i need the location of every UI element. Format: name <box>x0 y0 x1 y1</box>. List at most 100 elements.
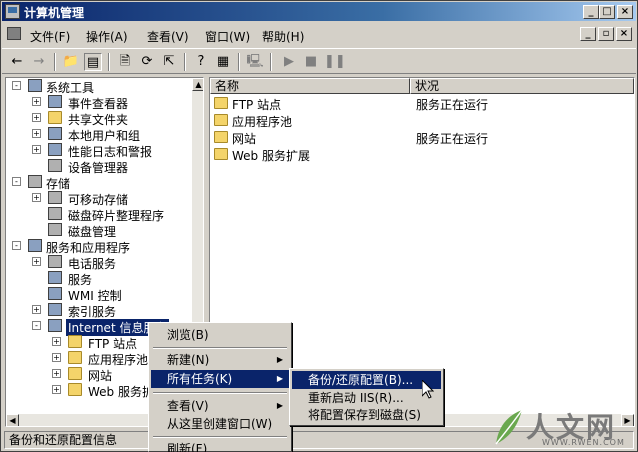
expand-icon[interactable]: + <box>32 113 41 122</box>
column-header-name[interactable]: 名称 <box>210 78 410 94</box>
submenu-item-backup-restore[interactable]: 备份/还原配置(B)... <box>292 371 441 389</box>
menu-separator <box>153 347 287 349</box>
menu-separator <box>153 436 287 438</box>
expand-icon[interactable]: + <box>32 257 41 266</box>
wmi-icon <box>48 287 62 300</box>
folder-icon <box>214 148 228 160</box>
list-item[interactable]: 应用程序池 <box>210 112 630 129</box>
context-item-browse[interactable]: 浏览(B) <box>151 326 289 344</box>
tree-item-wmi[interactable]: WMI 控制 <box>6 286 192 303</box>
leaf-logo-icon <box>495 409 523 445</box>
collapse-icon[interactable]: - <box>12 81 21 90</box>
app-icon[interactable] <box>5 4 20 19</box>
expand-icon[interactable]: + <box>32 193 41 202</box>
tree-item-local-users[interactable]: + 本地用户和组 <box>6 126 192 143</box>
list-item[interactable]: Web 服务扩展 <box>210 146 630 163</box>
back-arrow-icon[interactable]: ← <box>8 53 26 71</box>
tree-item-device-manager[interactable]: 设备管理器 <box>6 158 192 175</box>
close-button[interactable]: × <box>617 5 633 19</box>
refresh-icon[interactable]: ⟳ <box>138 53 156 71</box>
folder-icon <box>68 367 82 380</box>
storage-icon <box>28 175 42 188</box>
context-item-label: 所有任务(K) <box>167 372 233 386</box>
tree-item-services[interactable]: 服务 <box>6 270 192 287</box>
expand-icon[interactable]: + <box>32 305 41 314</box>
forward-arrow-icon[interactable]: → <box>30 53 48 71</box>
submenu-arrow-icon: ▶ <box>276 401 283 410</box>
defrag-icon <box>48 207 62 220</box>
folder-icon <box>68 383 82 396</box>
context-item-label: 刷新(F) <box>167 442 208 452</box>
context-item-refresh[interactable]: 刷新(F) <box>151 440 289 452</box>
scroll-up-icon[interactable]: ▲ <box>192 78 203 91</box>
menu-action[interactable]: 操作(A) <box>86 28 128 45</box>
title-bar[interactable]: 计算机管理 _ □ × <box>2 2 636 21</box>
context-item-new-window[interactable]: 从这里创建窗口(W) <box>151 415 289 433</box>
window-title: 计算机管理 <box>24 6 85 20</box>
submenu-arrow-icon: ▶ <box>276 374 283 383</box>
context-item-view[interactable]: 查看(V) ▶ <box>151 397 289 415</box>
help-icon[interactable]: ? <box>192 53 210 71</box>
tree-item-disk-management[interactable]: 磁盘管理 <box>6 222 192 239</box>
show-tree-icon[interactable]: ▤ <box>84 53 102 71</box>
submenu-item-restart-iis[interactable]: 重新启动 IIS(R)... <box>292 389 441 407</box>
computer-icon[interactable]: 🖳 <box>246 53 264 71</box>
menu-window[interactable]: 窗口(W) <box>205 28 250 45</box>
indexing-icon <box>48 303 62 316</box>
mdi-restore-button[interactable]: ▫ <box>598 27 614 41</box>
tree-item-removable-storage[interactable]: + 可移动存储 <box>6 190 192 207</box>
properties-icon[interactable]: 🗎 <box>116 53 134 71</box>
folder-icon <box>214 114 228 126</box>
mdi-close-button[interactable]: × <box>616 27 632 41</box>
menu-bar: 文件(F) 操作(A) 查看(V) 窗口(W) 帮助(H) <box>2 23 636 45</box>
tree-item-telephony[interactable]: + 电话服务 <box>6 254 192 271</box>
pause-service-icon[interactable]: ❚❚ <box>324 53 346 71</box>
expand-icon[interactable]: + <box>52 337 61 346</box>
expand-icon[interactable]: + <box>32 129 41 138</box>
context-item-label: 查看(V) <box>167 399 209 413</box>
collapse-icon[interactable]: - <box>32 321 41 330</box>
mdi-minimize-button[interactable]: _ <box>580 27 596 41</box>
minimize-button[interactable]: _ <box>583 5 599 19</box>
column-header-status[interactable]: 状况 <box>410 78 634 94</box>
collapse-icon[interactable]: - <box>12 241 21 250</box>
tree-item-performance-logs[interactable]: + 性能日志和警报 <box>6 142 192 159</box>
watermark-url: WWW.RWEN.COM <box>542 438 625 447</box>
submenu-item-save-config[interactable]: 将配置保存到磁盘(S) <box>292 406 441 424</box>
menu-help[interactable]: 帮助(H) <box>262 28 304 45</box>
telephony-icon <box>48 255 62 268</box>
expand-icon[interactable]: + <box>32 97 41 106</box>
start-service-icon[interactable]: ▶ <box>280 53 298 71</box>
toolbar-separator <box>108 53 110 71</box>
removable-storage-icon <box>48 191 62 204</box>
tree-item-event-viewer[interactable]: + 事件查看器 <box>6 94 192 111</box>
expand-icon[interactable]: + <box>52 385 61 394</box>
context-item-new[interactable]: 新建(N) ▶ <box>151 351 289 369</box>
context-item-all-tasks[interactable]: 所有任务(K) ▶ <box>151 370 289 388</box>
tree-item-indexing[interactable]: + 索引服务 <box>6 302 192 319</box>
show-hide-console-icon[interactable]: ▦ <box>214 53 232 71</box>
expand-icon[interactable]: + <box>32 145 41 154</box>
collapse-icon[interactable]: - <box>12 177 21 186</box>
expand-icon[interactable]: + <box>52 353 61 362</box>
menu-view[interactable]: 查看(V) <box>147 28 189 45</box>
list-item[interactable]: 网站 服务正在运行 <box>210 129 630 146</box>
folder-icon <box>68 335 82 348</box>
list-item-name: Web 服务扩展 <box>232 149 310 163</box>
tree-item-defrag[interactable]: 磁盘碎片整理程序 <box>6 206 192 223</box>
expand-icon[interactable]: + <box>52 369 61 378</box>
export-list-icon[interactable]: ⇱ <box>160 53 178 71</box>
mdi-app-icon[interactable] <box>7 27 21 40</box>
scroll-left-icon[interactable]: ◀ <box>6 414 19 426</box>
tree-item-storage[interactable]: - 存储 <box>6 174 192 191</box>
tree-item-shared-folders[interactable]: + 共享文件夹 <box>6 110 192 127</box>
maximize-button[interactable]: □ <box>599 5 615 19</box>
menu-file[interactable]: 文件(F) <box>30 28 70 45</box>
list-item-status: 服务正在运行 <box>416 132 489 146</box>
up-folder-icon[interactable]: 📁 <box>62 53 80 71</box>
tree-item-services-apps[interactable]: - 服务和应用程序 <box>6 238 192 255</box>
tree-item-system-tools[interactable]: - 系统工具 <box>6 78 192 95</box>
list-item[interactable]: FTP 站点 服务正在运行 <box>210 95 630 112</box>
submenu-arrow-icon: ▶ <box>276 355 283 364</box>
stop-service-icon[interactable]: ■ <box>302 53 320 71</box>
